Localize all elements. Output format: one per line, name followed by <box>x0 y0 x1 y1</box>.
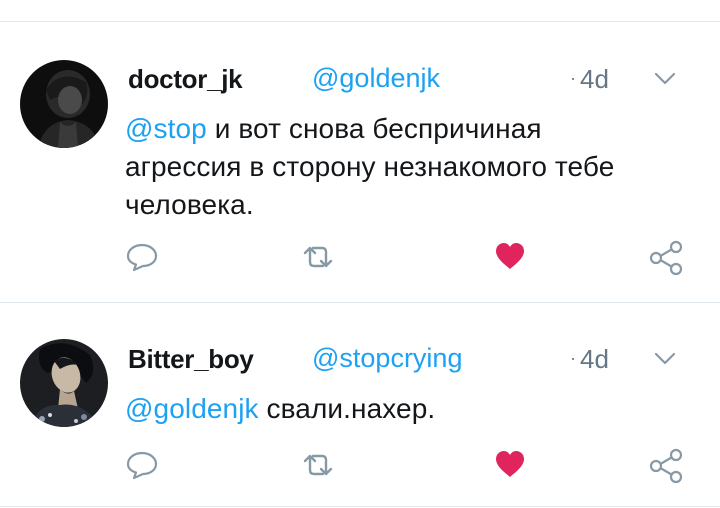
retweet-button[interactable] <box>298 445 338 485</box>
tweet-text-line-1: свали.нахер. <box>258 393 436 424</box>
tweet-2[interactable]: Bitter_boy @stopcrying · 4d @goldenjk сва… <box>0 0 720 508</box>
timestamp-value: 4d <box>580 344 609 374</box>
share-icon <box>649 448 683 484</box>
mention-link[interactable]: @goldenjk <box>125 393 259 424</box>
username-handle[interactable]: @stopcrying <box>312 343 462 374</box>
reply-button[interactable] <box>122 445 162 485</box>
separator-dot: · <box>570 348 576 368</box>
bottom-divider <box>0 506 720 507</box>
avatar[interactable] <box>20 339 108 427</box>
heart-icon <box>496 451 524 477</box>
like-button[interactable] <box>490 444 530 484</box>
chevron-down-icon[interactable] <box>654 352 676 366</box>
retweet-icon <box>303 454 333 476</box>
avatar-image <box>20 339 108 427</box>
reply-icon <box>126 451 158 480</box>
share-button[interactable] <box>646 446 686 486</box>
display-name[interactable]: Bitter_boy <box>128 344 254 375</box>
timestamp[interactable]: · 4d <box>570 344 609 375</box>
tweet-text: @goldenjk свали.нахер. <box>125 390 705 428</box>
